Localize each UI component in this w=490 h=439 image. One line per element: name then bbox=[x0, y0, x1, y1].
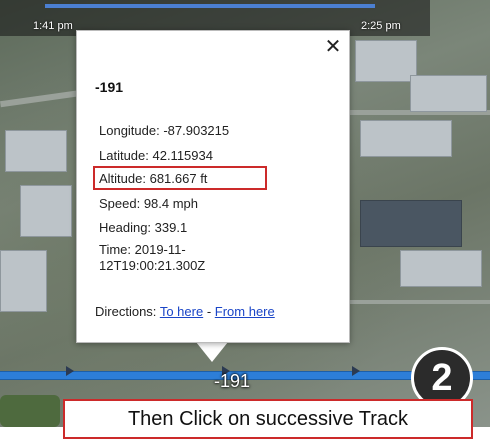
timeline-end-time: 2:25 pm bbox=[361, 20, 401, 32]
time-value: Time: 2019-11- 12T19:00:21.300Z bbox=[99, 242, 229, 274]
map-building bbox=[360, 200, 462, 247]
map-building bbox=[410, 75, 487, 112]
from-here-link[interactable]: From here bbox=[215, 304, 275, 319]
timeline-start-time: 1:41 pm bbox=[33, 20, 73, 32]
time-value-line2: 12T19:00:21.300Z bbox=[99, 258, 206, 273]
time-value-line1: Time: 2019-11- bbox=[99, 242, 186, 257]
track-arrow-icon[interactable] bbox=[352, 366, 360, 376]
directions-separator: - bbox=[206, 304, 212, 319]
track-info-popup: ✕ -191 Longitude: -87.903215 Latitude: 4… bbox=[76, 30, 350, 343]
timeline-track[interactable] bbox=[45, 4, 375, 8]
map-road bbox=[350, 300, 490, 304]
map-building bbox=[20, 185, 72, 237]
map-building bbox=[355, 40, 417, 82]
to-here-link[interactable]: To here bbox=[160, 304, 203, 319]
track-label: -191 bbox=[214, 371, 251, 391]
directions-row: Directions: To here - From here bbox=[95, 304, 275, 319]
map-building bbox=[0, 250, 47, 312]
map-building bbox=[360, 120, 452, 157]
map-building bbox=[400, 250, 482, 287]
map-grass bbox=[0, 395, 60, 427]
speed-value: Speed: 98.4 mph bbox=[99, 196, 199, 211]
altitude-value: Altitude: 681.667 ft bbox=[99, 171, 208, 186]
track-arrow-icon[interactable] bbox=[66, 366, 74, 376]
instruction-callout: Then Click on successive Track bbox=[63, 399, 473, 439]
popup-pointer bbox=[196, 342, 228, 362]
popup-title: -191 bbox=[95, 79, 124, 95]
directions-label: Directions: bbox=[95, 304, 157, 319]
map-building bbox=[5, 130, 67, 172]
heading-value: Heading: 339.1 bbox=[99, 220, 188, 235]
latitude-value: Latitude: 42.115934 bbox=[99, 148, 213, 163]
longitude-value: Longitude: -87.903215 bbox=[99, 123, 230, 138]
close-icon[interactable]: ✕ bbox=[323, 37, 343, 57]
